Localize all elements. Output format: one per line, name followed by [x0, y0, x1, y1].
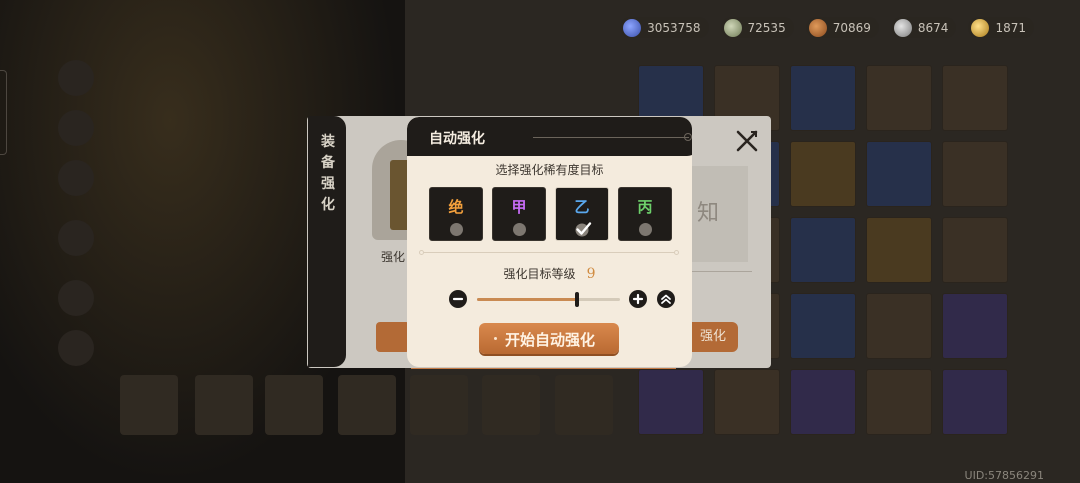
close-icon[interactable] [734, 128, 760, 154]
target-level-row: 强化目标等级 9 [407, 263, 692, 282]
target-level-value: 9 [586, 266, 596, 282]
auto-enhance-dialog: 自动强化 选择强化稀有度目标 绝 甲 乙 丙 强化目标等级 9 开始自动强化 [407, 117, 692, 367]
auto-enhance-open-button[interactable] [376, 322, 410, 352]
copper-ore-icon [808, 18, 827, 37]
header-ornament-line [533, 137, 689, 138]
bg-bottom-slot [265, 375, 323, 435]
bg-bottom-slot [482, 375, 540, 435]
divider [692, 271, 752, 272]
bg-item-slot [942, 369, 1008, 435]
bg-bottom-slot [555, 375, 613, 435]
rarity-label: 绝 [448, 198, 464, 216]
increase-level-button[interactable] [629, 290, 647, 308]
bg-item-slot [866, 141, 932, 207]
currency-gold[interactable]: 1871 [968, 17, 1034, 38]
currency-copper[interactable]: 70869 [805, 17, 879, 38]
divider-ornament [419, 250, 424, 255]
bg-side-icon [58, 160, 94, 196]
max-level-button[interactable] [657, 290, 675, 308]
bg-side-icon [58, 220, 94, 256]
currency-silver[interactable]: 8674 [890, 17, 957, 38]
silver-ore-icon [893, 18, 912, 37]
equip-enhance-tab-title: 装备强化 [321, 134, 335, 213]
bg-side-icon [58, 280, 94, 316]
checkmark-icon [575, 222, 592, 237]
bg-item-slot [866, 369, 932, 435]
bg-bottom-slot [338, 375, 396, 435]
bg-item-slot [942, 65, 1008, 131]
bg-item-slot [790, 293, 856, 359]
bg-bottom-slot [195, 375, 253, 435]
enhance-label: 强化 [381, 250, 406, 264]
bg-item-slot [714, 369, 780, 435]
radio-unchecked-icon [450, 223, 463, 236]
currency-value: 70869 [832, 20, 871, 35]
currency-leaf[interactable]: 72535 [720, 17, 794, 38]
gold-coin-icon [971, 18, 990, 37]
start-auto-enhance-label: 开始自动强化 [505, 331, 596, 349]
bg-item-slot [790, 65, 856, 131]
radio-unchecked-icon [513, 223, 526, 236]
bg-item-slot [942, 293, 1008, 359]
minus-icon [452, 297, 464, 301]
rarity-option-bing[interactable]: 丙 [618, 187, 672, 241]
bg-side-icon [58, 330, 94, 366]
rarity-target-subtitle: 选择强化稀有度目标 [495, 163, 604, 177]
currency-value: 1871 [995, 20, 1026, 35]
bg-item-slot [942, 141, 1008, 207]
dialog-title: 自动强化 [429, 131, 485, 147]
rarity-label: 甲 [511, 198, 527, 216]
bg-bottom-slot [120, 375, 178, 435]
bg-item-slot [790, 369, 856, 435]
unknown-slot: 知 [688, 166, 748, 262]
uid-label: UID:57856291 [964, 469, 1044, 482]
bg-side-icon [58, 110, 94, 146]
rarity-option-jia[interactable]: 甲 [492, 187, 546, 241]
bg-bottom-slot [410, 375, 468, 435]
decrease-level-button[interactable] [449, 290, 467, 308]
currency-bar: 3053758 72535 70869 8674 1871 [620, 17, 1034, 38]
bg-item-slot [638, 369, 704, 435]
divider-ornament [674, 250, 679, 255]
currency-value: 72535 [747, 20, 786, 35]
level-slider-row [449, 289, 679, 309]
bg-item-slot [942, 217, 1008, 283]
target-level-label: 强化目标等级 [503, 267, 576, 281]
currency-value: 8674 [917, 20, 949, 35]
blue-gem-icon [623, 18, 642, 37]
bg-item-slot [790, 141, 856, 207]
dialog-bottom-accent [411, 368, 676, 369]
rarity-label: 丙 [637, 198, 653, 216]
bg-item-slot [866, 293, 932, 359]
level-slider-fill [477, 298, 578, 301]
rarity-option-jue[interactable]: 绝 [429, 187, 483, 241]
currency-gem[interactable]: 3053758 [620, 17, 709, 38]
bg-item-slot [790, 217, 856, 283]
start-auto-enhance-button[interactable]: 开始自动强化 [479, 323, 619, 354]
button-ornament [494, 337, 497, 340]
side-drawer-handle[interactable] [0, 70, 7, 155]
plus-icon [632, 293, 644, 305]
green-leaf-icon [723, 18, 742, 37]
rarity-label: 乙 [574, 198, 590, 216]
rarity-option-yi[interactable]: 乙 [555, 187, 609, 241]
bg-item-slot [866, 217, 932, 283]
bg-side-icon [58, 60, 94, 96]
divider [423, 252, 676, 253]
level-slider-handle[interactable] [575, 292, 580, 307]
dialog-header: 自动强化 [407, 117, 692, 156]
radio-unchecked-icon [639, 223, 652, 236]
currency-value: 3053758 [647, 20, 701, 35]
rarity-options: 绝 甲 乙 丙 [429, 187, 672, 241]
header-ornament-dot [684, 133, 692, 141]
double-chevron-up-icon [661, 294, 671, 304]
bg-item-slot [866, 65, 932, 131]
